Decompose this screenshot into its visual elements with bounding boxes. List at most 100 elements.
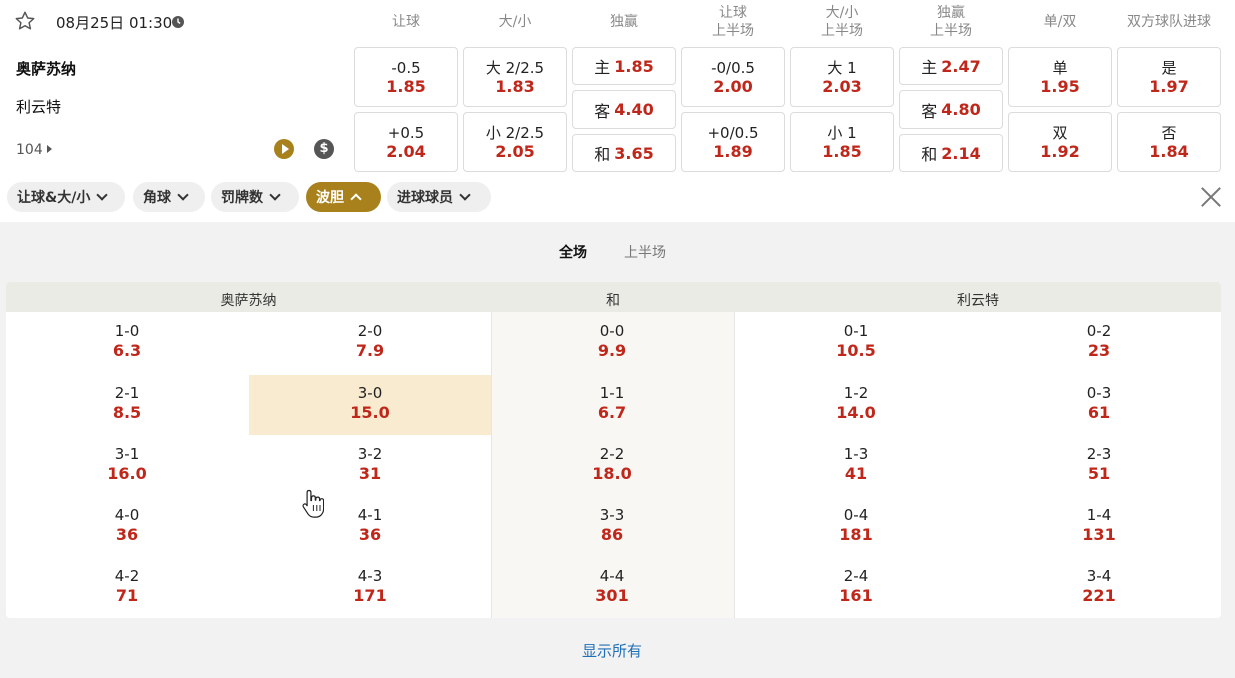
odds-cell-btts-yes[interactable]: 是 1.97: [1117, 47, 1221, 107]
col-header-handicap: 让球: [392, 14, 420, 30]
caret-right-icon: [46, 145, 52, 153]
odds-cell-moneyline-1h-draw[interactable]: 和 2.14: [899, 134, 1003, 172]
chevron-up-icon: [350, 193, 362, 205]
favorite-star-icon[interactable]: [14, 10, 36, 32]
score-cell-0-4[interactable]: 0-4 181: [735, 506, 977, 545]
odds-cell-handicap-1h-away[interactable]: +0/0.5 1.89: [681, 112, 785, 172]
score-cell-3-2[interactable]: 3-2 31: [249, 445, 491, 484]
score-odds: 8.5: [112, 403, 142, 422]
odds-cell-even[interactable]: 双 1.92: [1008, 112, 1112, 172]
period-tab-full[interactable]: 全场: [559, 242, 587, 262]
score-cell-0-1[interactable]: 0-1 10.5: [735, 322, 977, 361]
group-header-home: 奥萨苏纳: [220, 293, 277, 309]
odds-cell-under[interactable]: 小 2/2.5 2.05: [463, 112, 567, 172]
score-cell-0-0[interactable]: 0-0 9.9: [491, 322, 733, 361]
col-header-btts: 双方球队进球: [1127, 14, 1211, 30]
score-cell-1-0[interactable]: 1-0 6.3: [6, 322, 248, 361]
score-odds: 71: [115, 586, 139, 605]
score-cell-3-1[interactable]: 3-1 16.0: [6, 445, 248, 484]
live-stream-play-icon[interactable]: [274, 139, 294, 159]
score-cell-1-1[interactable]: 1-1 6.7: [491, 384, 733, 423]
tab-handicap-total[interactable]: 让球&大/小: [7, 182, 125, 212]
odds-cell-over-1h[interactable]: 大 1 2.03: [790, 47, 894, 107]
score-cell-2-4[interactable]: 2-4 161: [735, 567, 977, 606]
more-markets-count[interactable]: 104: [16, 142, 52, 158]
score-cell-0-3[interactable]: 0-3 61: [978, 384, 1220, 423]
score-odds: 6.3: [112, 341, 142, 360]
tab-goalscorer[interactable]: 进球球员: [387, 182, 491, 212]
odds-cell-over[interactable]: 大 2/2.5 1.83: [463, 47, 567, 107]
away-team-name[interactable]: 利云特: [16, 96, 61, 117]
score-cell-0-2[interactable]: 0-2 23: [978, 322, 1220, 361]
show-all-link[interactable]: 显示所有: [582, 640, 642, 661]
col-header-total: 大/小: [498, 14, 532, 30]
odds-cell-odd[interactable]: 单 1.95: [1008, 47, 1112, 107]
cash-out-dollar-icon[interactable]: $: [314, 139, 334, 159]
score-cell-4-4[interactable]: 4-4 301: [491, 567, 733, 606]
score-label: 4-0: [114, 506, 140, 524]
score-cell-1-4[interactable]: 1-4 131: [978, 506, 1220, 545]
score-odds: 6.7: [597, 403, 627, 422]
odds-cell-btts-no[interactable]: 否 1.84: [1117, 112, 1221, 172]
score-odds: 31: [358, 464, 382, 483]
score-label: 4-3: [357, 567, 383, 585]
score-odds: 7.9: [355, 341, 385, 360]
tab-correct-score[interactable]: 波胆: [306, 182, 381, 212]
score-odds: 16.0: [107, 464, 147, 483]
tab-cards[interactable]: 罚牌数: [211, 182, 299, 212]
odds-cell-handicap-1h-home[interactable]: -0/0.5 2.00: [681, 47, 785, 107]
score-label: 1-2: [843, 384, 869, 402]
score-cell-3-3[interactable]: 3-3 86: [491, 506, 733, 545]
score-cell-2-3[interactable]: 2-3 51: [978, 445, 1220, 484]
score-odds: 41: [844, 464, 868, 483]
score-cell-4-0[interactable]: 4-0 36: [6, 506, 248, 545]
period-tab-first-half[interactable]: 上半场: [624, 242, 666, 262]
score-odds: 131: [1082, 525, 1116, 544]
close-icon[interactable]: [1200, 186, 1222, 208]
score-cell-1-3[interactable]: 1-3 41: [735, 445, 977, 484]
score-cell-2-1[interactable]: 2-1 8.5: [6, 384, 248, 423]
odds-cell-moneyline-draw[interactable]: 和 3.65: [572, 134, 676, 172]
odds-cell-moneyline-away[interactable]: 客 4.40: [572, 90, 676, 129]
score-odds: 301: [595, 586, 629, 605]
score-cell-3-0[interactable]: 3-0 15.0: [249, 384, 491, 423]
home-team-name[interactable]: 奥萨苏纳: [16, 58, 76, 79]
score-label: 1-3: [843, 445, 869, 463]
score-cell-2-0[interactable]: 2-0 7.9: [249, 322, 491, 361]
score-label: 4-2: [114, 567, 140, 585]
score-label: 3-1: [114, 445, 140, 463]
score-label: 1-0: [114, 322, 140, 340]
score-odds: 18.0: [592, 464, 632, 483]
odds-cell-moneyline-home[interactable]: 主 1.85: [572, 47, 676, 85]
score-cell-1-2[interactable]: 1-2 14.0: [735, 384, 977, 423]
match-datetime: 08月25日 01:30: [56, 14, 173, 32]
score-odds: 161: [839, 586, 873, 605]
score-cell-3-4[interactable]: 3-4 221: [978, 567, 1220, 606]
chevron-down-icon: [269, 189, 281, 201]
tab-corners[interactable]: 角球: [133, 182, 205, 212]
score-cell-4-1[interactable]: 4-1 36: [249, 506, 491, 545]
col-header-total-1h: 大/小 上半场: [821, 5, 863, 39]
clock-icon: [172, 16, 184, 28]
score-cell-4-2[interactable]: 4-2 71: [6, 567, 248, 606]
score-label: 2-1: [114, 384, 140, 402]
score-label: 4-4: [599, 567, 625, 585]
odds-cell-handicap-away[interactable]: +0.5 2.04: [354, 112, 458, 172]
score-label: 2-4: [843, 567, 869, 585]
hand-cursor-icon: [302, 489, 324, 518]
group-header-away: 利云特: [957, 293, 999, 309]
odds-cell-handicap-home[interactable]: -0.5 1.85: [354, 47, 458, 107]
score-cell-2-2[interactable]: 2-2 18.0: [491, 445, 733, 484]
odds-cell-moneyline-1h-away[interactable]: 客 4.80: [899, 90, 1003, 129]
score-label: 2-3: [1086, 445, 1112, 463]
score-label: 1-4: [1086, 506, 1112, 524]
score-label: 3-2: [357, 445, 383, 463]
correct-score-panel: 奥萨苏纳 和 利云特 1-0 6.3 2-1 8.5 3-1 16.0 4-0 36 4-2 71…: [6, 282, 1221, 618]
score-label: 0-2: [1086, 322, 1112, 340]
score-label: 0-4: [843, 506, 869, 524]
odds-cell-under-1h[interactable]: 小 1 1.85: [790, 112, 894, 172]
odds-cell-moneyline-1h-home[interactable]: 主 2.47: [899, 47, 1003, 85]
score-cell-4-3[interactable]: 4-3 171: [249, 567, 491, 606]
score-label: 0-1: [843, 322, 869, 340]
score-odds: 61: [1087, 403, 1111, 422]
